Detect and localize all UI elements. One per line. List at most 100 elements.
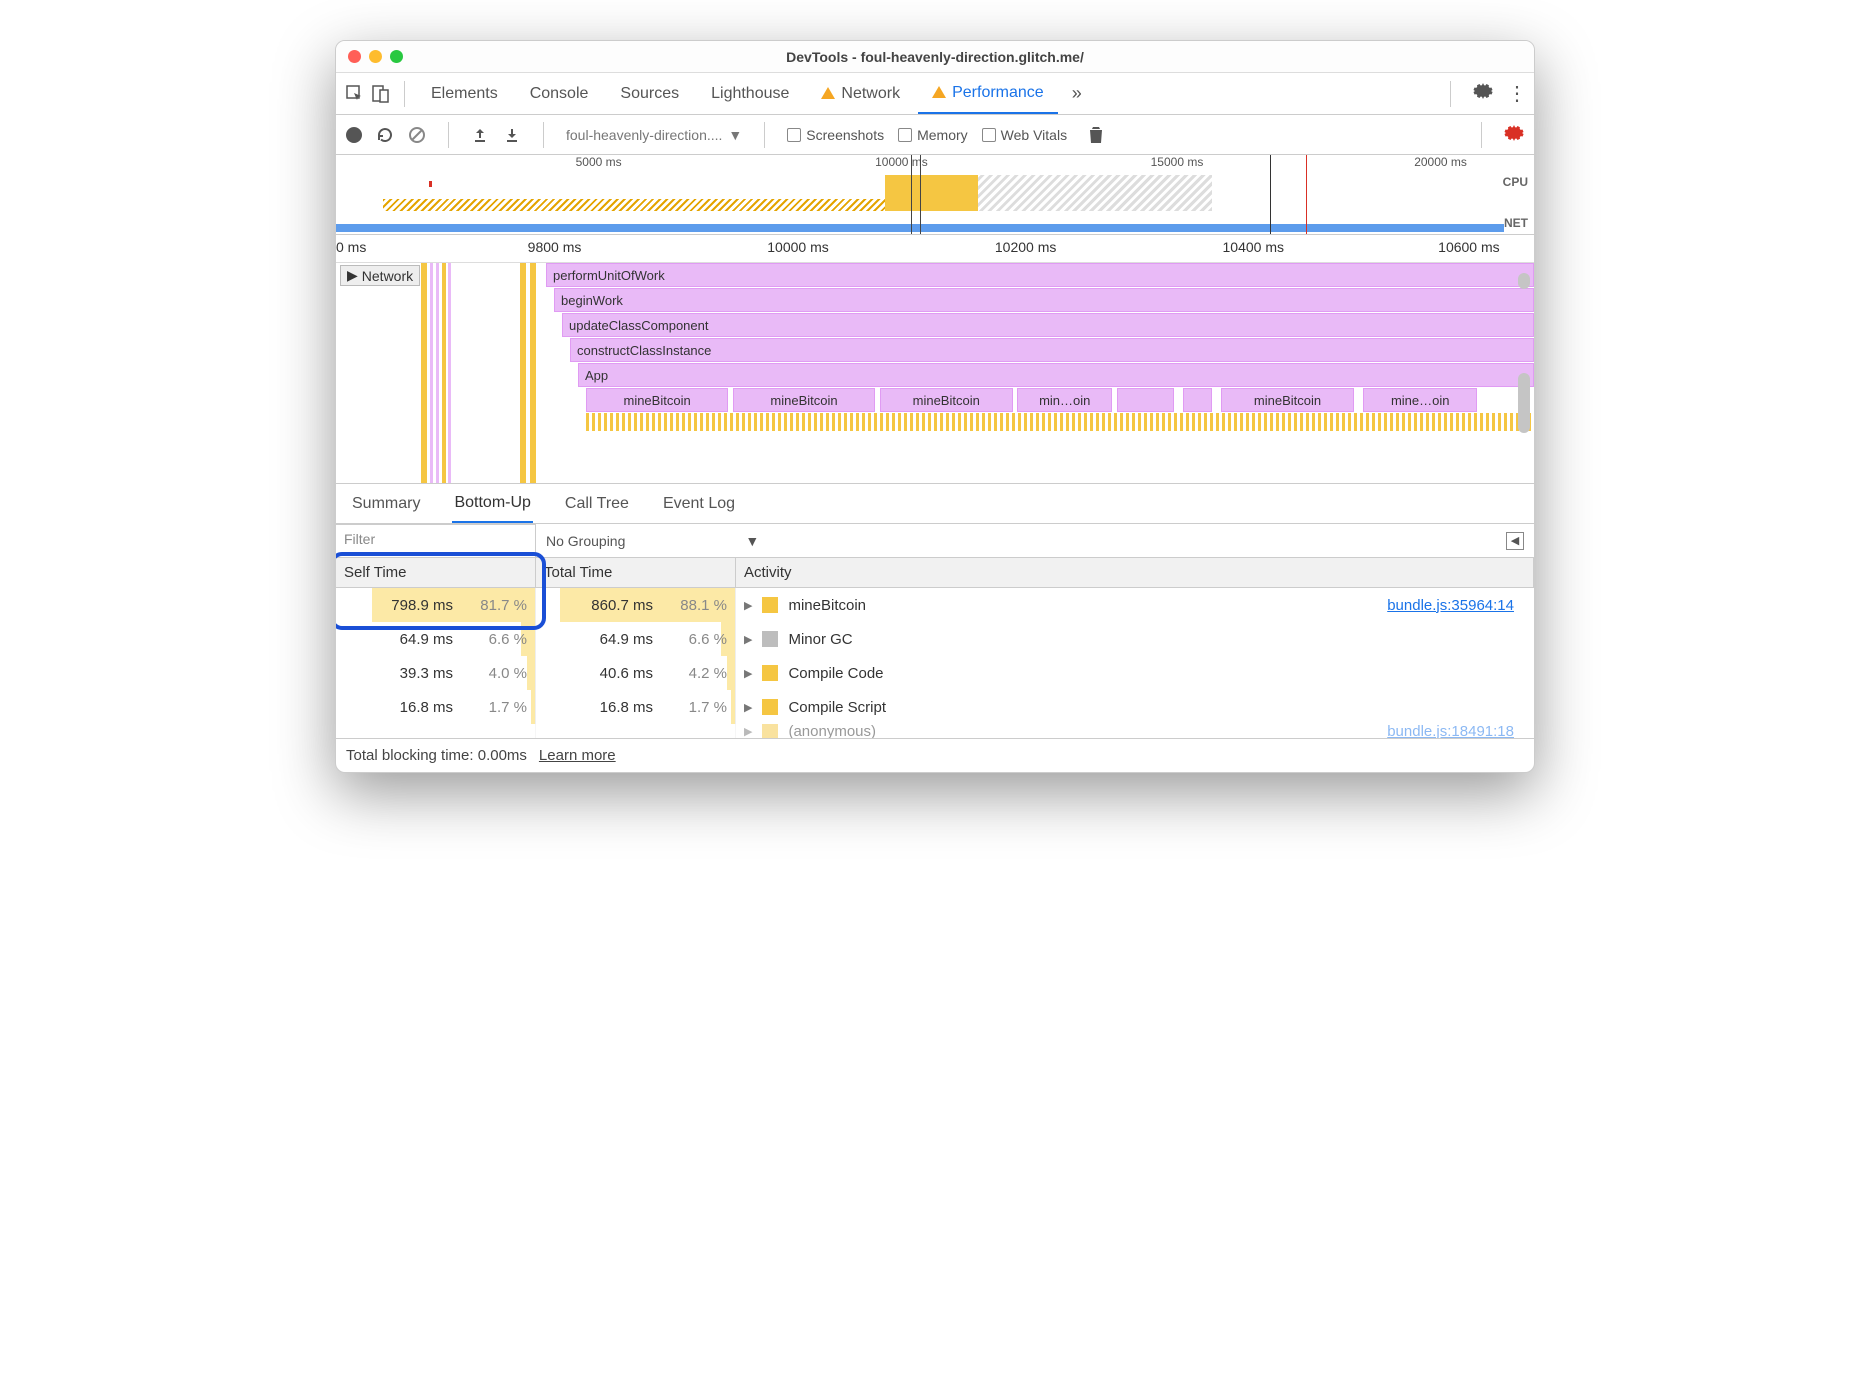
- separator: [764, 122, 765, 148]
- activity-name: Compile Script: [788, 699, 886, 716]
- tab-elements[interactable]: Elements: [417, 73, 512, 114]
- chevron-down-icon: ▼: [728, 127, 742, 143]
- self-time-pct: 6.6 %: [471, 631, 527, 648]
- web-vitals-checkbox[interactable]: Web Vitals: [982, 127, 1067, 143]
- timeline-overview[interactable]: 5000 ms 10000 ms 15000 ms 20000 ms CPU N…: [336, 155, 1534, 235]
- download-icon[interactable]: [503, 126, 521, 144]
- stack-frame[interactable]: mine…oin: [1363, 388, 1477, 412]
- table-row[interactable]: 39.3 ms4.0 %40.6 ms4.2 %▶Compile Code: [336, 656, 1534, 690]
- sample-ticks: [586, 413, 1534, 431]
- inspect-icon[interactable]: [344, 83, 366, 105]
- tab-summary[interactable]: Summary: [350, 484, 422, 523]
- tab-label: Lighthouse: [711, 85, 789, 103]
- tab-bottom-up[interactable]: Bottom-Up: [452, 484, 532, 523]
- filter-row: Filter No Grouping▼ ◀: [336, 524, 1534, 558]
- details-tabs: Summary Bottom-Up Call Tree Event Log: [336, 484, 1534, 524]
- total-time-value: 64.9 ms: [600, 631, 653, 648]
- stack-frame[interactable]: mineBitcoin: [586, 388, 728, 412]
- tab-call-tree[interactable]: Call Tree: [563, 484, 631, 523]
- status-bar: Total blocking time: 0.00ms Learn more: [336, 738, 1534, 772]
- upload-icon[interactable]: [471, 126, 489, 144]
- tab-label: Network: [841, 85, 900, 103]
- stack-frame[interactable]: mineBitcoin: [733, 388, 875, 412]
- main-tabs: Elements Console Sources Lighthouse Netw…: [336, 73, 1534, 115]
- collapse-pane-icon[interactable]: ◀: [1506, 532, 1524, 550]
- flame-bar: [442, 263, 446, 483]
- more-tabs-icon[interactable]: »: [1062, 83, 1092, 104]
- total-time-pct: 4.2 %: [671, 665, 727, 682]
- overview-ticks: 5000 ms 10000 ms 15000 ms 20000 ms: [336, 155, 1534, 173]
- learn-more-link[interactable]: Learn more: [539, 747, 616, 764]
- stack-frame[interactable]: [1183, 388, 1211, 412]
- self-time-pct: 4.0 %: [471, 665, 527, 682]
- stack-frame[interactable]: mineBitcoin: [880, 388, 1013, 412]
- flame-bar: [436, 263, 439, 483]
- table-row[interactable]: ▶(anonymous)bundle.js:18491:18: [336, 724, 1534, 738]
- grouping-dropdown[interactable]: No Grouping▼: [546, 533, 759, 549]
- scrollbar-thumb[interactable]: [1518, 273, 1530, 289]
- self-time-value: 64.9 ms: [400, 631, 453, 648]
- category-swatch: [762, 699, 778, 715]
- reload-icon[interactable]: [376, 126, 394, 144]
- stack-frame[interactable]: performUnitOfWork: [546, 263, 1534, 287]
- stack-frame[interactable]: App: [578, 363, 1534, 387]
- category-swatch: [762, 665, 778, 681]
- self-time-pct: 1.7 %: [471, 699, 527, 716]
- memory-checkbox[interactable]: Memory: [898, 127, 968, 143]
- col-activity[interactable]: Activity: [736, 558, 1534, 587]
- filter-input[interactable]: Filter: [336, 524, 536, 557]
- flame-bar: [520, 263, 526, 483]
- table-header: Self Time Total Time Activity: [336, 558, 1534, 588]
- warning-icon: [932, 86, 946, 98]
- col-self-time[interactable]: Self Time: [336, 558, 536, 587]
- source-link[interactable]: bundle.js:18491:18: [1387, 724, 1514, 738]
- checkbox-label: Web Vitals: [1001, 127, 1067, 143]
- flame-chart[interactable]: 0 ms 9800 ms 10000 ms 10200 ms 10400 ms …: [336, 235, 1534, 484]
- stack-frame[interactable]: [1117, 388, 1174, 412]
- stack-frame[interactable]: constructClassInstance: [570, 338, 1534, 362]
- ruler-tick: 10600 ms: [1438, 239, 1499, 255]
- recording-name: foul-heavenly-direction....: [566, 127, 722, 143]
- tab-performance[interactable]: Performance: [918, 73, 1058, 114]
- bottom-up-table: Self Time Total Time Activity 798.9 ms81…: [336, 558, 1534, 738]
- activity-name: (anonymous): [788, 724, 876, 738]
- tab-sources[interactable]: Sources: [606, 73, 693, 114]
- separator: [1450, 81, 1451, 107]
- tab-event-log[interactable]: Event Log: [661, 484, 737, 523]
- stack-frame[interactable]: beginWork: [554, 288, 1534, 312]
- checkbox-label: Memory: [917, 127, 968, 143]
- trash-icon[interactable]: [1087, 126, 1105, 144]
- network-track-header[interactable]: ▶Network: [340, 265, 420, 286]
- marker-line-red: [1306, 155, 1307, 234]
- total-time-value: 860.7 ms: [591, 597, 653, 614]
- tab-lighthouse[interactable]: Lighthouse: [697, 73, 803, 114]
- record-button[interactable]: [346, 127, 362, 143]
- kebab-menu-icon[interactable]: ⋮: [1507, 81, 1526, 106]
- stack-frame[interactable]: updateClassComponent: [562, 313, 1534, 337]
- devtools-window: DevTools - foul-heavenly-direction.glitc…: [335, 40, 1535, 773]
- device-toggle-icon[interactable]: [370, 83, 392, 105]
- scrollbar-thumb[interactable]: [1518, 373, 1530, 433]
- clear-icon[interactable]: [408, 126, 426, 144]
- tab-console[interactable]: Console: [516, 73, 603, 114]
- stack-frame[interactable]: mineBitcoin: [1221, 388, 1354, 412]
- capture-settings-gear-icon[interactable]: [1504, 123, 1524, 146]
- recording-selector[interactable]: foul-heavenly-direction.... ▼: [566, 127, 742, 143]
- grouping-label: No Grouping: [546, 533, 625, 549]
- tab-network[interactable]: Network: [807, 73, 914, 114]
- self-time-pct: 81.7 %: [471, 597, 527, 614]
- overview-selection[interactable]: [911, 155, 921, 234]
- window-title: DevTools - foul-heavenly-direction.glitc…: [336, 49, 1534, 65]
- source-link[interactable]: bundle.js:35964:14: [1387, 597, 1514, 614]
- marker-line: [1270, 155, 1271, 234]
- table-row[interactable]: 64.9 ms6.6 %64.9 ms6.6 %▶Minor GC: [336, 622, 1534, 656]
- total-time-value: 16.8 ms: [600, 699, 653, 716]
- flame-bar: [448, 263, 451, 483]
- table-row[interactable]: 16.8 ms1.7 %16.8 ms1.7 %▶Compile Script: [336, 690, 1534, 724]
- settings-gear-icon[interactable]: [1473, 81, 1493, 106]
- ruler-tick: 10400 ms: [1223, 239, 1284, 255]
- stack-frame[interactable]: min…oin: [1017, 388, 1112, 412]
- col-total-time[interactable]: Total Time: [536, 558, 736, 587]
- table-row[interactable]: 798.9 ms81.7 %860.7 ms88.1 %▶mineBitcoin…: [336, 588, 1534, 622]
- screenshots-checkbox[interactable]: Screenshots: [787, 127, 884, 143]
